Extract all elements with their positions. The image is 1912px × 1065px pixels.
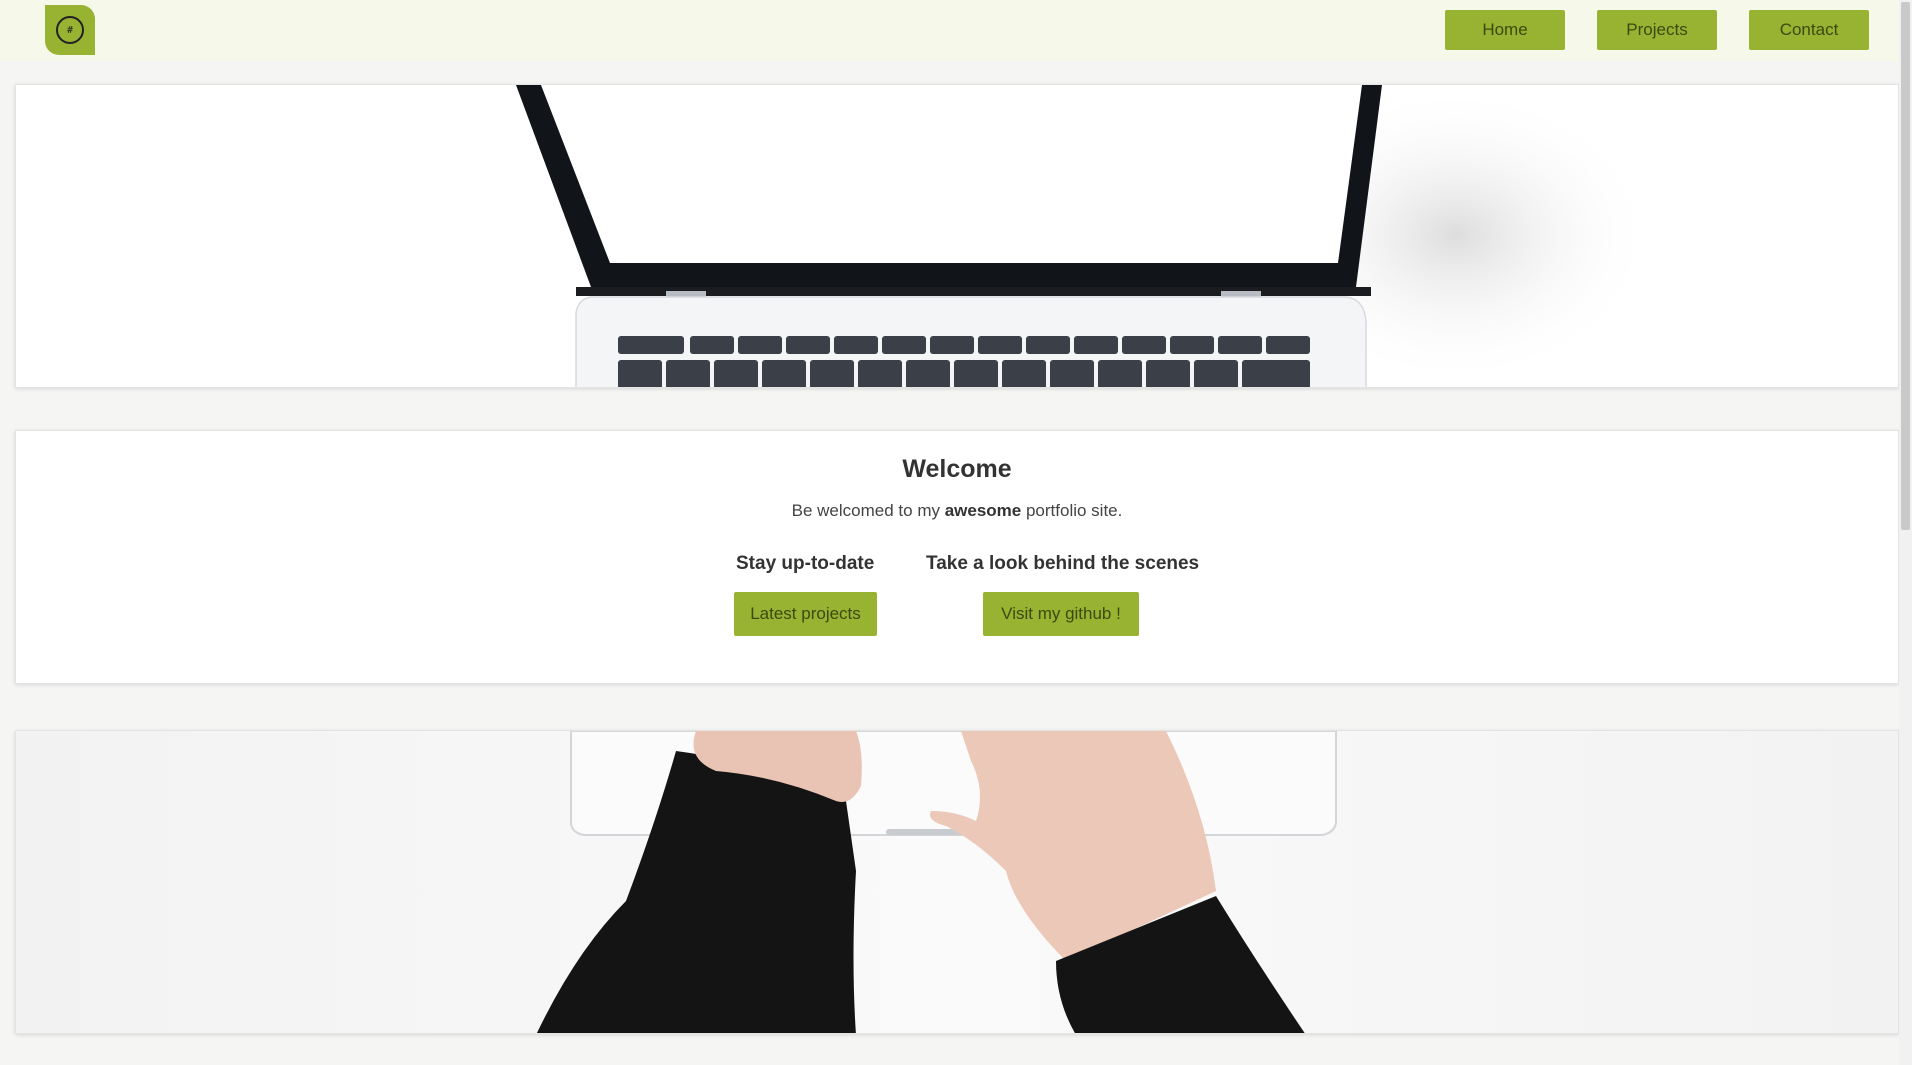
stay-up-to-date-heading: Stay up-to-date (736, 553, 875, 574)
behind-the-scenes-heading: Take a look behind the scenes (926, 553, 1200, 574)
visit-github-button[interactable]: Visit my github ! (983, 592, 1139, 636)
page-scrollbar[interactable] (1899, 0, 1912, 1065)
welcome-text: Be welcomed to my awesome portfolio site… (16, 501, 1898, 521)
logo-symbol: # (66, 24, 74, 36)
welcome-title: Welcome (902, 455, 1012, 483)
welcome-text-bold: awesome (944, 501, 1022, 520)
latest-projects-button[interactable]: Latest projects (734, 592, 877, 636)
site-logo[interactable]: # (45, 5, 95, 55)
hero-image-hands (15, 730, 1899, 1034)
nav-projects-button[interactable]: Projects (1597, 10, 1717, 50)
top-navbar: # Home Projects Contact (0, 0, 1912, 61)
scrollbar-thumb[interactable] (1901, 2, 1910, 530)
logo-icon: # (56, 16, 84, 44)
welcome-text-after: portfolio site. (1021, 501, 1123, 520)
hero-image-laptop (15, 84, 1899, 388)
nav-contact-button[interactable]: Contact (1749, 10, 1869, 50)
welcome-text-before: Be welcomed to my (791, 501, 945, 520)
laptop-photo (516, 85, 1656, 387)
welcome-section: Welcome Be welcomed to my awesome portfo… (15, 430, 1899, 684)
hands-on-laptop-photo (16, 731, 1898, 1033)
nav-home-button[interactable]: Home (1445, 10, 1565, 50)
